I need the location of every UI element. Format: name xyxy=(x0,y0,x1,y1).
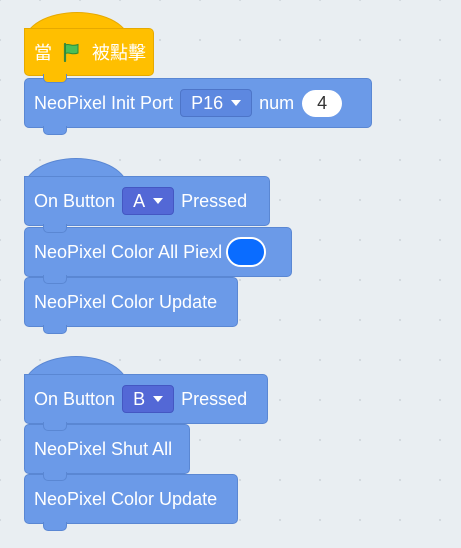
event-suffix-label: 被點擊 xyxy=(92,43,146,63)
neopixel-shut-all-block[interactable]: NeoPixel Shut All xyxy=(24,424,190,481)
button-value: A xyxy=(133,190,146,211)
block-notch xyxy=(43,126,67,135)
chevron-down-icon xyxy=(231,100,242,106)
color-all-label: NeoPixel Color All Piexl xyxy=(34,241,223,262)
block-notch xyxy=(43,224,67,233)
block-notch xyxy=(43,422,67,431)
neopixel-color-all-block[interactable]: NeoPixel Color All Piexl xyxy=(24,227,292,284)
block-notch xyxy=(43,522,67,531)
on-button-b-pressed-block[interactable]: On Button B Pressed xyxy=(24,374,268,431)
update-label: NeoPixel Color Update xyxy=(34,291,218,312)
chevron-down-icon xyxy=(153,198,164,204)
button-dropdown[interactable]: A xyxy=(122,187,175,215)
num-label: num xyxy=(259,92,295,113)
neopixel-color-update-block[interactable]: NeoPixel Color Update xyxy=(24,277,238,334)
num-input[interactable]: 4 xyxy=(302,89,343,117)
button-value: B xyxy=(133,388,146,409)
init-label: NeoPixel Init Port xyxy=(34,92,174,113)
neopixel-init-block[interactable]: NeoPixel Init Port P16 num 4 xyxy=(24,78,372,135)
port-dropdown[interactable]: P16 xyxy=(180,89,253,117)
chevron-down-icon xyxy=(153,396,164,402)
block-notch xyxy=(43,275,67,284)
update-label: NeoPixel Color Update xyxy=(34,488,218,509)
event-prefix-label: 當 xyxy=(34,43,52,63)
port-value: P16 xyxy=(191,92,224,113)
shut-label: NeoPixel Shut All xyxy=(34,438,173,459)
hat-prefix-label: On Button xyxy=(34,190,116,211)
when-flag-clicked-block[interactable]: 當 被點擊 xyxy=(24,28,154,83)
block-notch xyxy=(43,472,67,481)
hat-suffix-label: Pressed xyxy=(181,388,248,409)
green-flag-icon xyxy=(62,42,82,62)
button-dropdown[interactable]: B xyxy=(122,385,175,413)
neopixel-color-update-block[interactable]: NeoPixel Color Update xyxy=(24,474,238,531)
block-notch xyxy=(43,325,67,334)
on-button-a-pressed-block[interactable]: On Button A Pressed xyxy=(24,176,270,233)
hat-suffix-label: Pressed xyxy=(181,190,248,211)
hat-prefix-label: On Button xyxy=(34,388,116,409)
color-picker-swatch[interactable] xyxy=(226,237,267,267)
block-notch xyxy=(43,74,67,83)
